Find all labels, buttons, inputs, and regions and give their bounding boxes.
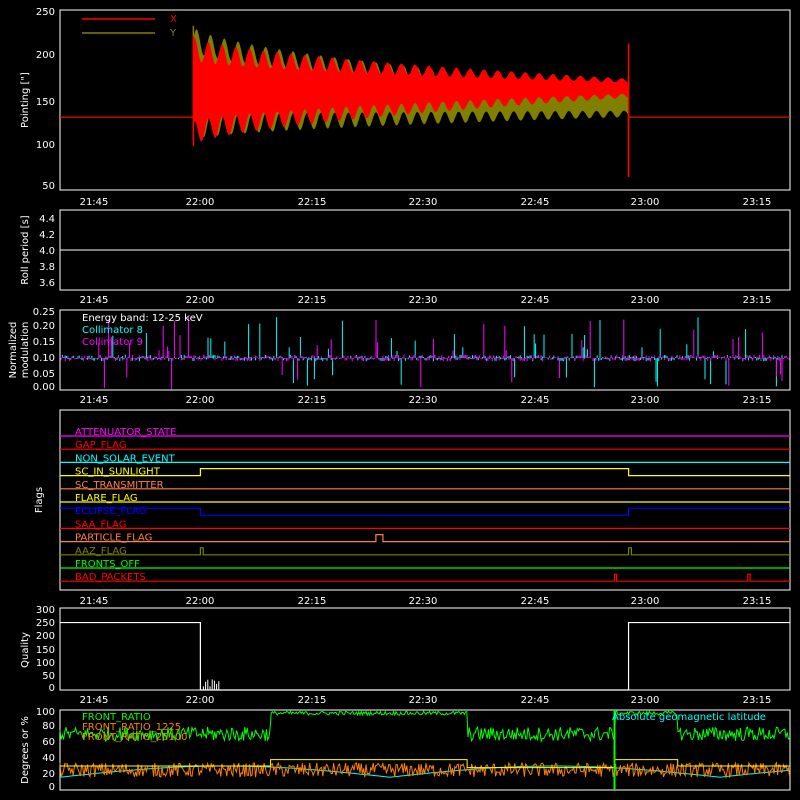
quality-ytick-label: 50 [42,671,55,682]
modulation-ytick-label: 0.25 [33,307,55,318]
figure-canvas: 50 100 150 200 250 21:45 22:00 22:15 22:… [0,0,800,800]
flags-xtick-label: 23:15 [743,596,772,607]
modulation-xtick-label: 21:45 [80,395,109,406]
roll-ytick-label: 4.0 [39,246,55,257]
quality-xtick-label: 23:15 [743,695,772,706]
roll-ytick-label: 3.6 [39,278,55,289]
modulation-xtick-label: 22:30 [409,395,438,406]
pointing-xtick-label: 22:00 [186,197,215,208]
ratios-ytick-label: 100 [36,707,55,718]
flags-xtick-label: 22:15 [298,596,327,607]
ratios-ytick-label: 0 [49,782,55,793]
quality-ytick-label: 0 [49,683,55,694]
roll-xtick-label: 22:15 [298,295,327,306]
modulation-ytick-label: 0.00 [33,382,55,393]
pointing-xtick-label: 23:15 [743,197,772,208]
roll-xtick-label: 21:45 [80,295,109,306]
modulation-ytick-label: 0.10 [33,353,55,364]
pointing-ytick-label: 200 [36,50,55,61]
legend-collimator-9: Collimator 9 [82,337,143,348]
pointing-ytick-label: 150 [36,97,55,108]
quality-xtick-label: 22:15 [298,695,327,706]
roll-period-y-axis-label: Roll period [s] [20,215,31,284]
pointing-xtick-label: 22:30 [409,197,438,208]
flags-xtick-label: 23:00 [631,596,660,607]
flags-xtick-label: 22:45 [521,596,550,607]
ratios-ytick-label: 80 [42,721,55,732]
ratios-ytick-label: 20 [42,769,55,780]
quality-ytick-label: 250 [36,618,55,629]
flags-xtick-label: 22:00 [186,596,215,607]
pointing-xtick-label: 22:15 [298,197,327,208]
pointing-ytick-label: 100 [36,140,55,151]
modulation-ytick-label: 0.05 [33,369,55,380]
modulation-xtick-label: 22:15 [298,395,327,406]
pointing-xtick-label: 22:45 [521,197,550,208]
quality-xtick-label: 23:00 [631,695,660,706]
roll-xtick-label: 23:15 [743,295,772,306]
roll-ytick-label: 4.2 [39,230,55,241]
quality-ytick-label: 100 [36,658,55,669]
ratios-y-axis-label: Degrees or % [20,716,31,784]
pointing-y-axis-label: Pointing ["] [20,72,31,128]
flags-y-axis-label: Flags [34,487,45,513]
modulation-ytick-label: 0.20 [33,321,55,332]
legend-y-label: Y [169,28,177,39]
modulation-xtick-label: 22:45 [521,395,550,406]
modulation-ytick-label: 0.15 [33,337,55,348]
legend-collimator-8: Collimator 8 [82,325,143,336]
roll-xtick-label: 22:00 [186,295,215,306]
quality-xtick-label: 21:45 [80,695,109,706]
quality-ytick-label: 150 [36,645,55,656]
pointing-xtick-label: 23:00 [631,197,660,208]
roll-ytick-label: 3.8 [39,262,55,273]
modulation-y-axis-label-line2: modulation [20,322,31,379]
quality-xtick-label: 22:45 [521,695,550,706]
quality-xtick-label: 22:00 [186,695,215,706]
flags-xtick-label: 21:45 [80,596,109,607]
modulation-xtick-label: 22:00 [186,395,215,406]
legend-front-ratio-25100: FRONT_RATIO_25100 [82,732,188,743]
legend-geomagnetic-latitude: Absolute geomagnetic latitude [612,712,766,723]
quality-ytick-label: 300 [36,605,55,616]
pointing-ytick-label: 250 [36,7,55,18]
ratios-ytick-label: 60 [42,737,55,748]
roll-xtick-label: 23:00 [631,295,660,306]
quality-y-axis-label: Quality [20,632,31,668]
ratios-ytick-label: 40 [42,753,55,764]
modulation-y-axis-label-line1: Normalized [8,322,19,379]
pointing-ytick-label: 50 [42,181,55,192]
flags-xtick-label: 22:30 [409,596,438,607]
modulation-xtick-label: 23:00 [631,395,660,406]
roll-xtick-label: 22:30 [409,295,438,306]
roll-xtick-label: 22:45 [521,295,550,306]
modulation-xtick-label: 23:15 [743,395,772,406]
modulation-annotation: Energy band: 12-25 keV [82,313,203,324]
quality-ytick-label: 200 [36,631,55,642]
roll-ytick-label: 4.4 [39,214,55,225]
pointing-xtick-label: 21:45 [80,197,109,208]
legend-x-label: X [170,14,177,25]
figure-background [0,0,800,800]
quality-xtick-label: 22:30 [409,695,438,706]
